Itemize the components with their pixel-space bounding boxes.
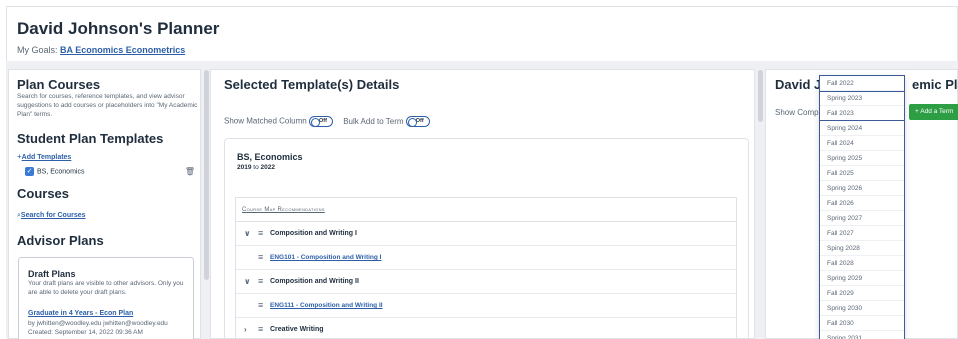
draft-plans-title: Draft Plans — [28, 269, 76, 279]
template-item: ✓ BS, Economics 🗑 — [25, 167, 195, 179]
goals-label: My Goals: — [17, 45, 58, 55]
draft-plan-link[interactable]: Graduate in 4 Years - Econ Plan — [28, 310, 133, 317]
drag-handle-icon[interactable]: ≡ — [258, 300, 263, 310]
term-option[interactable]: Spring 2029 — [820, 271, 904, 286]
drag-handle-icon[interactable]: ≡ — [258, 276, 263, 286]
course-map-table: Course Map Recommendations ∨ ≡ Compositi… — [235, 197, 737, 339]
term-option[interactable]: Spring 2031 — [820, 331, 904, 339]
term-option[interactable]: Fall 2026 — [820, 196, 904, 211]
requirement-group-row[interactable]: ∨ ≡ Composition and Writing I — [236, 222, 736, 246]
draft-plans-description: Your draft plans are visible to other ad… — [28, 280, 184, 296]
course-row[interactable]: ≡ ENG101 - Composition and Writing I — [236, 246, 736, 270]
years-from: 2019 — [237, 164, 252, 171]
chevron-right-icon[interactable]: › — [244, 325, 247, 334]
template-item-label: BS, Economics — [37, 168, 85, 176]
toggle-bar: Show Matched Column Off Bulk Add to Term… — [224, 116, 430, 127]
bulk-add-toggle[interactable]: Off — [405, 116, 430, 127]
selected-template-details-panel: Selected Template(s) Details Show Matche… — [210, 69, 755, 339]
plan-courses-title: Plan Courses — [17, 77, 101, 92]
show-completed-label: Show Comp — [775, 108, 819, 117]
template-card-title: BS, Economics — [237, 152, 303, 162]
chevron-down-icon[interactable]: ∨ — [244, 229, 251, 238]
bulk-add-label: Bulk Add to Term — [343, 116, 404, 126]
draft-plans-card: Draft Plans Your draft plans are visible… — [18, 257, 194, 339]
selected-template-title: Selected Template(s) Details — [224, 77, 400, 92]
drag-handle-icon[interactable]: ≡ — [258, 324, 263, 334]
term-option[interactable]: Fall 2030 — [820, 316, 904, 331]
courses-title: Courses — [17, 186, 70, 201]
term-option[interactable]: Spring 2027 — [820, 211, 904, 226]
term-option[interactable]: Sping 2028 — [820, 241, 904, 256]
trash-icon[interactable]: 🗑 — [185, 167, 195, 176]
term-option[interactable]: Fall 2025 — [820, 166, 904, 181]
term-option[interactable]: Spring 2030 — [820, 301, 904, 316]
goals-line: My Goals: BA Economics Econometrics — [17, 45, 185, 55]
drag-handle-icon[interactable]: ≡ — [258, 228, 263, 238]
course-row[interactable]: ≡ ENG111 - Composition and Writing II — [236, 294, 736, 318]
term-option[interactable]: Spring 2026 — [820, 181, 904, 196]
course-link[interactable]: ENG111 - Composition and Writing II — [270, 302, 383, 309]
term-option[interactable]: Fall 2023 — [820, 106, 904, 121]
requirement-group-row[interactable]: › ≡ Creative Writing — [236, 318, 736, 339]
term-option[interactable]: Fall 2029 — [820, 286, 904, 301]
search-courses-link[interactable]: ⌕Search for Courses — [17, 204, 86, 222]
term-option[interactable]: Spring 2024 — [820, 121, 904, 136]
page-title: David Johnson's Planner — [17, 19, 220, 38]
term-dropdown[interactable]: Fall 2022 Spring 2023 Fall 2023 Spring 2024… — [819, 75, 905, 339]
plan-courses-panel: Plan Courses Search for courses, referen… — [8, 69, 201, 339]
show-matched-toggle[interactable]: Off — [308, 116, 333, 127]
term-list: Fall 2022 Spring 2023 Fall 2023 Spring 2024… — [820, 76, 904, 339]
advisor-plans-title: Advisor Plans — [17, 233, 104, 248]
drag-handle-icon[interactable]: ≡ — [258, 252, 263, 262]
requirement-group-row[interactable]: ∨ ≡ Composition and Writing II — [236, 270, 736, 294]
requirement-group-label: Composition and Writing II — [270, 278, 359, 285]
years-to-word: to — [253, 164, 259, 171]
requirement-group-label: Creative Writing — [270, 326, 324, 333]
draft-plan-created: Created: September 14, 2022 09:36 AM — [28, 329, 143, 336]
add-term-button[interactable]: + Add a Term — [909, 104, 958, 120]
show-matched-label: Show Matched Column — [224, 116, 307, 126]
course-link[interactable]: ENG101 - Composition and Writing I — [270, 254, 381, 261]
term-option[interactable]: Fall 2027 — [820, 226, 904, 241]
term-option[interactable]: Fall 2028 — [820, 256, 904, 271]
course-map-header: Course Map Recommendations — [236, 198, 736, 222]
goals-link[interactable]: BA Economics Econometrics — [60, 45, 185, 55]
term-option[interactable]: Fall 2024 — [820, 136, 904, 151]
checkbox-checked[interactable]: ✓ — [25, 167, 34, 176]
term-option[interactable]: Fall 2022 — [820, 76, 904, 91]
requirement-group-label: Composition and Writing I — [270, 230, 357, 237]
template-card: BS, Economics 2019 to 2022 Course Map Re… — [224, 138, 749, 339]
term-option[interactable]: Spring 2025 — [820, 151, 904, 166]
draft-plan-author: by jwhitten@woodley.edu jwhitten@woodley… — [28, 320, 168, 327]
years-to: 2022 — [260, 164, 275, 171]
chevron-down-icon[interactable]: ∨ — [244, 277, 251, 286]
plan-courses-description: Search for courses, reference templates,… — [17, 93, 198, 118]
student-plan-templates-title: Student Plan Templates — [17, 131, 164, 146]
template-card-years: 2019 to 2022 — [237, 164, 275, 171]
planner-header: David Johnson's Planner My Goals: BA Eco… — [6, 6, 958, 61]
middle-panel-scrollbar[interactable] — [758, 70, 763, 122]
add-templates-link[interactable]: +Add Templates — [17, 146, 71, 164]
term-option[interactable]: Spring 2023 — [820, 91, 904, 106]
left-panel-scrollbar[interactable] — [204, 70, 209, 280]
